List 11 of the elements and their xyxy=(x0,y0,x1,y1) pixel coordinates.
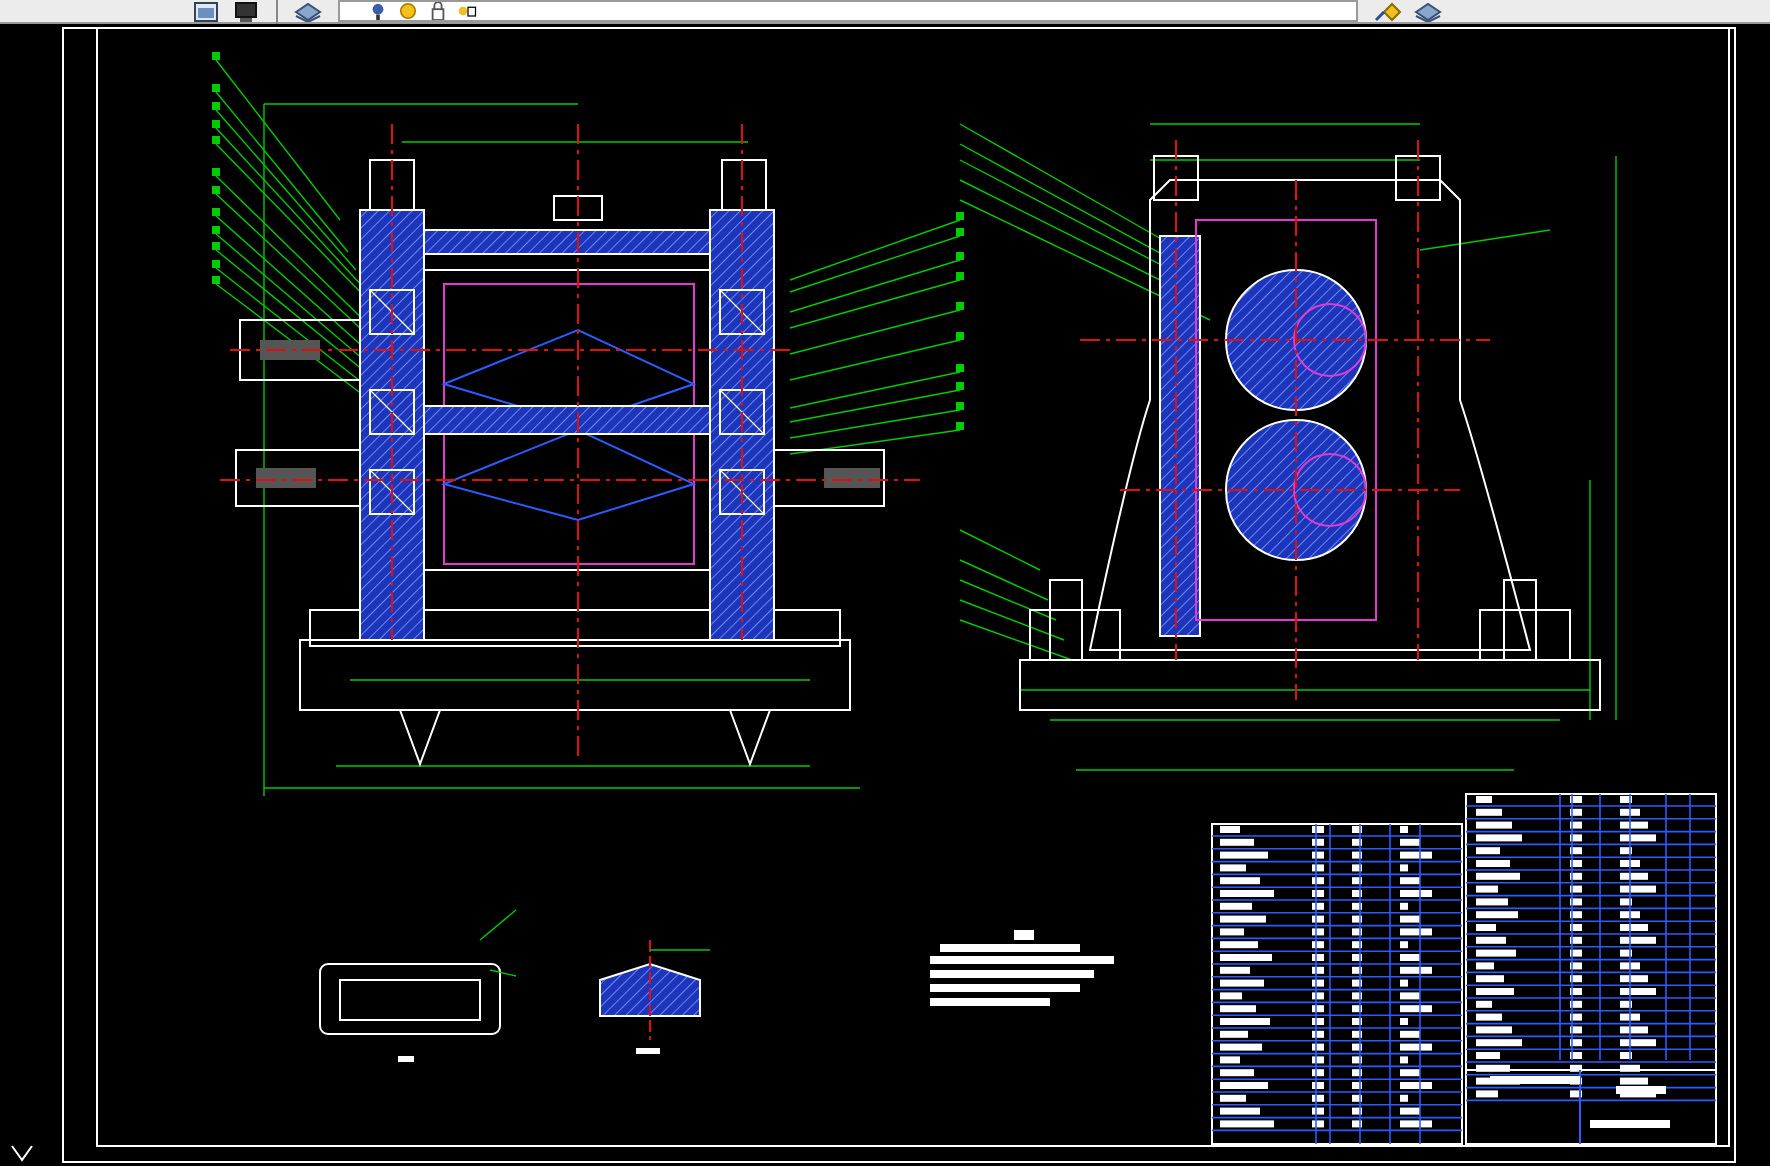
layers-icon[interactable] xyxy=(1414,1,1442,21)
monitor-icon[interactable] xyxy=(232,1,260,21)
section-detail-drawing xyxy=(599,939,711,1054)
swatch-icon[interactable] xyxy=(458,2,478,20)
bulb-icon[interactable] xyxy=(368,2,388,20)
match-icon[interactable] xyxy=(1374,1,1402,21)
sun-icon[interactable] xyxy=(398,2,418,20)
lock-icon[interactable] xyxy=(428,2,448,20)
layers-icon[interactable] xyxy=(294,1,322,21)
ucs-icon xyxy=(11,1145,33,1162)
window-icon[interactable] xyxy=(192,1,220,21)
